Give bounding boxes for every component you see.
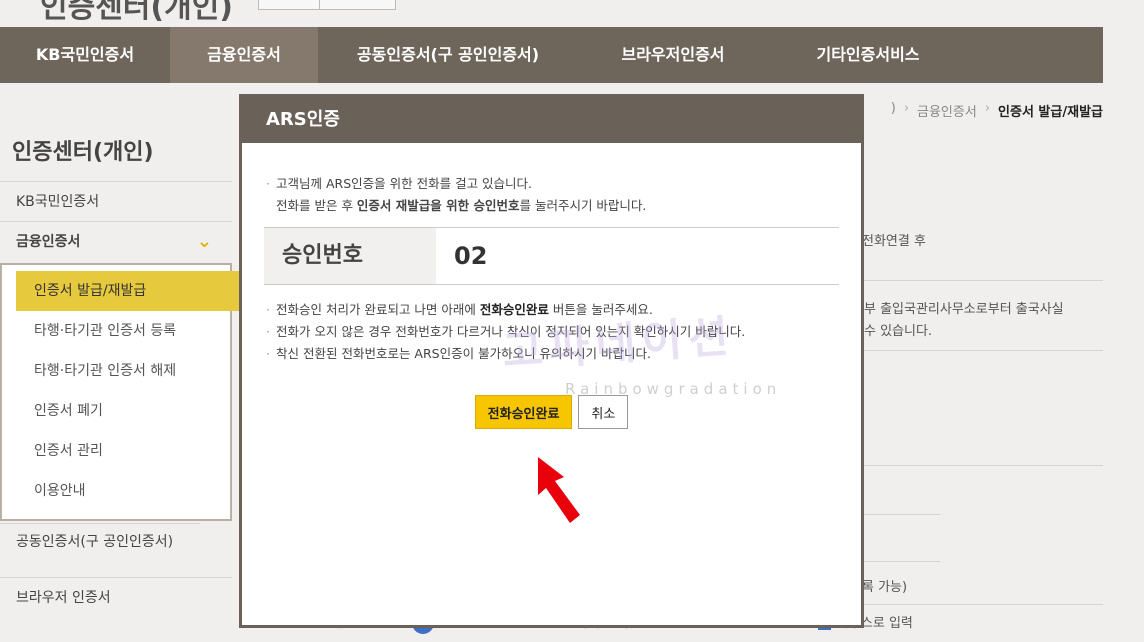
approval-number-label: 승인번호: [264, 228, 436, 284]
sidebar-title: 인증센터(개인): [12, 140, 154, 165]
nav-financial-certificate[interactable]: 금융인증서: [170, 27, 318, 83]
sidebar-item-financial[interactable]: 금융인증서 ⌄: [0, 221, 232, 261]
sidebar-subitem-issue[interactable]: 인증서 발급/재발급: [16, 271, 242, 311]
background-text: 록 가능): [862, 580, 908, 595]
chevron-right-icon: ›: [984, 101, 991, 116]
notice-forwarding: 착신 전환된 전화번호로는 ARS인증이 불가하오니 유의하시기 바랍니다.: [264, 343, 839, 365]
dialog-body: 고객님께 ARS인증을 위한 전화를 걸고 있습니다. 전화를 받은 후 인증서…: [242, 143, 861, 429]
nav-other-services[interactable]: 기타인증서비스: [768, 27, 968, 83]
chevron-right-icon: ›: [903, 101, 910, 116]
divider: [864, 561, 940, 562]
divider: [864, 350, 1103, 351]
notice-text: 전화를 받은 후: [276, 198, 357, 213]
ars-auth-dialog: ARS인증 고객님께 ARS인증을 위한 전화를 걸고 있습니다. 전화를 받은…: [239, 94, 864, 628]
notice-text: 를 눌러주시기 바랍니다.: [519, 198, 647, 213]
notice-text: 전화승인 처리가 완료되고 나면 아래에: [276, 302, 480, 317]
divider: [864, 604, 1103, 605]
notice-emphasis: 인증서 재발급을 위한 승인번호: [356, 198, 520, 213]
notice-text: 고객님께 ARS인증을 위한 전화를 걸고 있습니다.: [276, 176, 533, 191]
notice-text: 버튼을 눌러주세요.: [548, 302, 653, 317]
sidebar-item-kb[interactable]: KB국민인증서: [0, 181, 232, 221]
phone-approval-complete-button[interactable]: 전화승인완료: [474, 395, 573, 429]
sidebar-subitem-guide[interactable]: 이용안내: [2, 471, 230, 511]
sidebar-subitem-revoke[interactable]: 인증서 폐기: [2, 391, 230, 431]
background-text: 수 있습니다.: [864, 324, 933, 339]
nav-browser-certificate[interactable]: 브라우저인증서: [578, 27, 768, 83]
breadcrumb-item[interactable]: 금융인증서: [917, 101, 977, 120]
notice-emphasis: 전화승인완료: [479, 302, 549, 317]
chevron-down-icon: ⌄: [196, 231, 212, 252]
notice-no-call: 전화가 오지 않은 경우 전화번호가 다르거나 착신이 정지되어 있는지 확인하…: [264, 321, 839, 343]
nav-kb-certificate[interactable]: KB국민인증서: [0, 27, 170, 83]
divider: [864, 280, 1103, 281]
sidebar-subitem-register[interactable]: 타행·타기관 인증서 등록: [2, 311, 230, 351]
sidebar-submenu: 인증서 발급/재발급 타행·타기관 인증서 등록 타행·타기관 인증서 해제 인…: [0, 263, 242, 521]
approval-number-row: 승인번호 02: [264, 227, 839, 285]
dialog-buttons: 전화승인완료 취소: [264, 395, 839, 429]
notice-instruction: 전화를 받은 후 인증서 재발급을 위한 승인번호를 눌러주시기 바랍니다.: [264, 195, 839, 217]
notice-complete: 전화승인 처리가 완료되고 나면 아래에 전화승인완료 버튼을 눌러주세요.: [264, 299, 839, 321]
sidebar-subitem-manage[interactable]: 인증서 관리: [2, 431, 230, 471]
divider: [864, 465, 1103, 466]
sidebar-menu: KB국민인증서 금융인증서 ⌄ 인증서 발급/재발급 타행·타기관 인증서 등록…: [0, 181, 242, 617]
cancel-button[interactable]: 취소: [578, 395, 629, 429]
sidebar-subitem-release[interactable]: 타행·타기관 인증서 해제: [2, 351, 230, 391]
sidebar-item-browser[interactable]: 브라우저 인증서: [0, 577, 232, 617]
header-button-group[interactable]: [258, 0, 396, 10]
breadcrumb-current: 인증서 발급/재발급: [998, 105, 1103, 120]
breadcrumb: ) › 금융인증서 › 인증서 발급/재발급: [891, 101, 1103, 120]
sidebar-item-joint[interactable]: 공동인증서(구 공인인증서): [0, 523, 200, 577]
background-text: 부 출입국관리사무소로부터 출국사실: [864, 302, 1064, 317]
sidebar-item-label: 금융인증서: [16, 234, 81, 250]
page-header-title: 인증센터(개인): [40, 0, 234, 25]
approval-number-value: 02: [454, 242, 488, 270]
notice-calling: 고객님께 ARS인증을 위한 전화를 걸고 있습니다.: [264, 173, 839, 195]
breadcrumb-item[interactable]: ): [891, 101, 896, 120]
nav-joint-certificate[interactable]: 공동인증서(구 공인인증서): [318, 27, 578, 83]
background-text: 전화연결 후: [862, 234, 926, 249]
divider: [864, 514, 940, 515]
dialog-title: ARS인증: [242, 97, 861, 143]
main-navigation: KB국민인증서 금융인증서 공동인증서(구 공인인증서) 브라우저인증서 기타인…: [0, 27, 1103, 83]
